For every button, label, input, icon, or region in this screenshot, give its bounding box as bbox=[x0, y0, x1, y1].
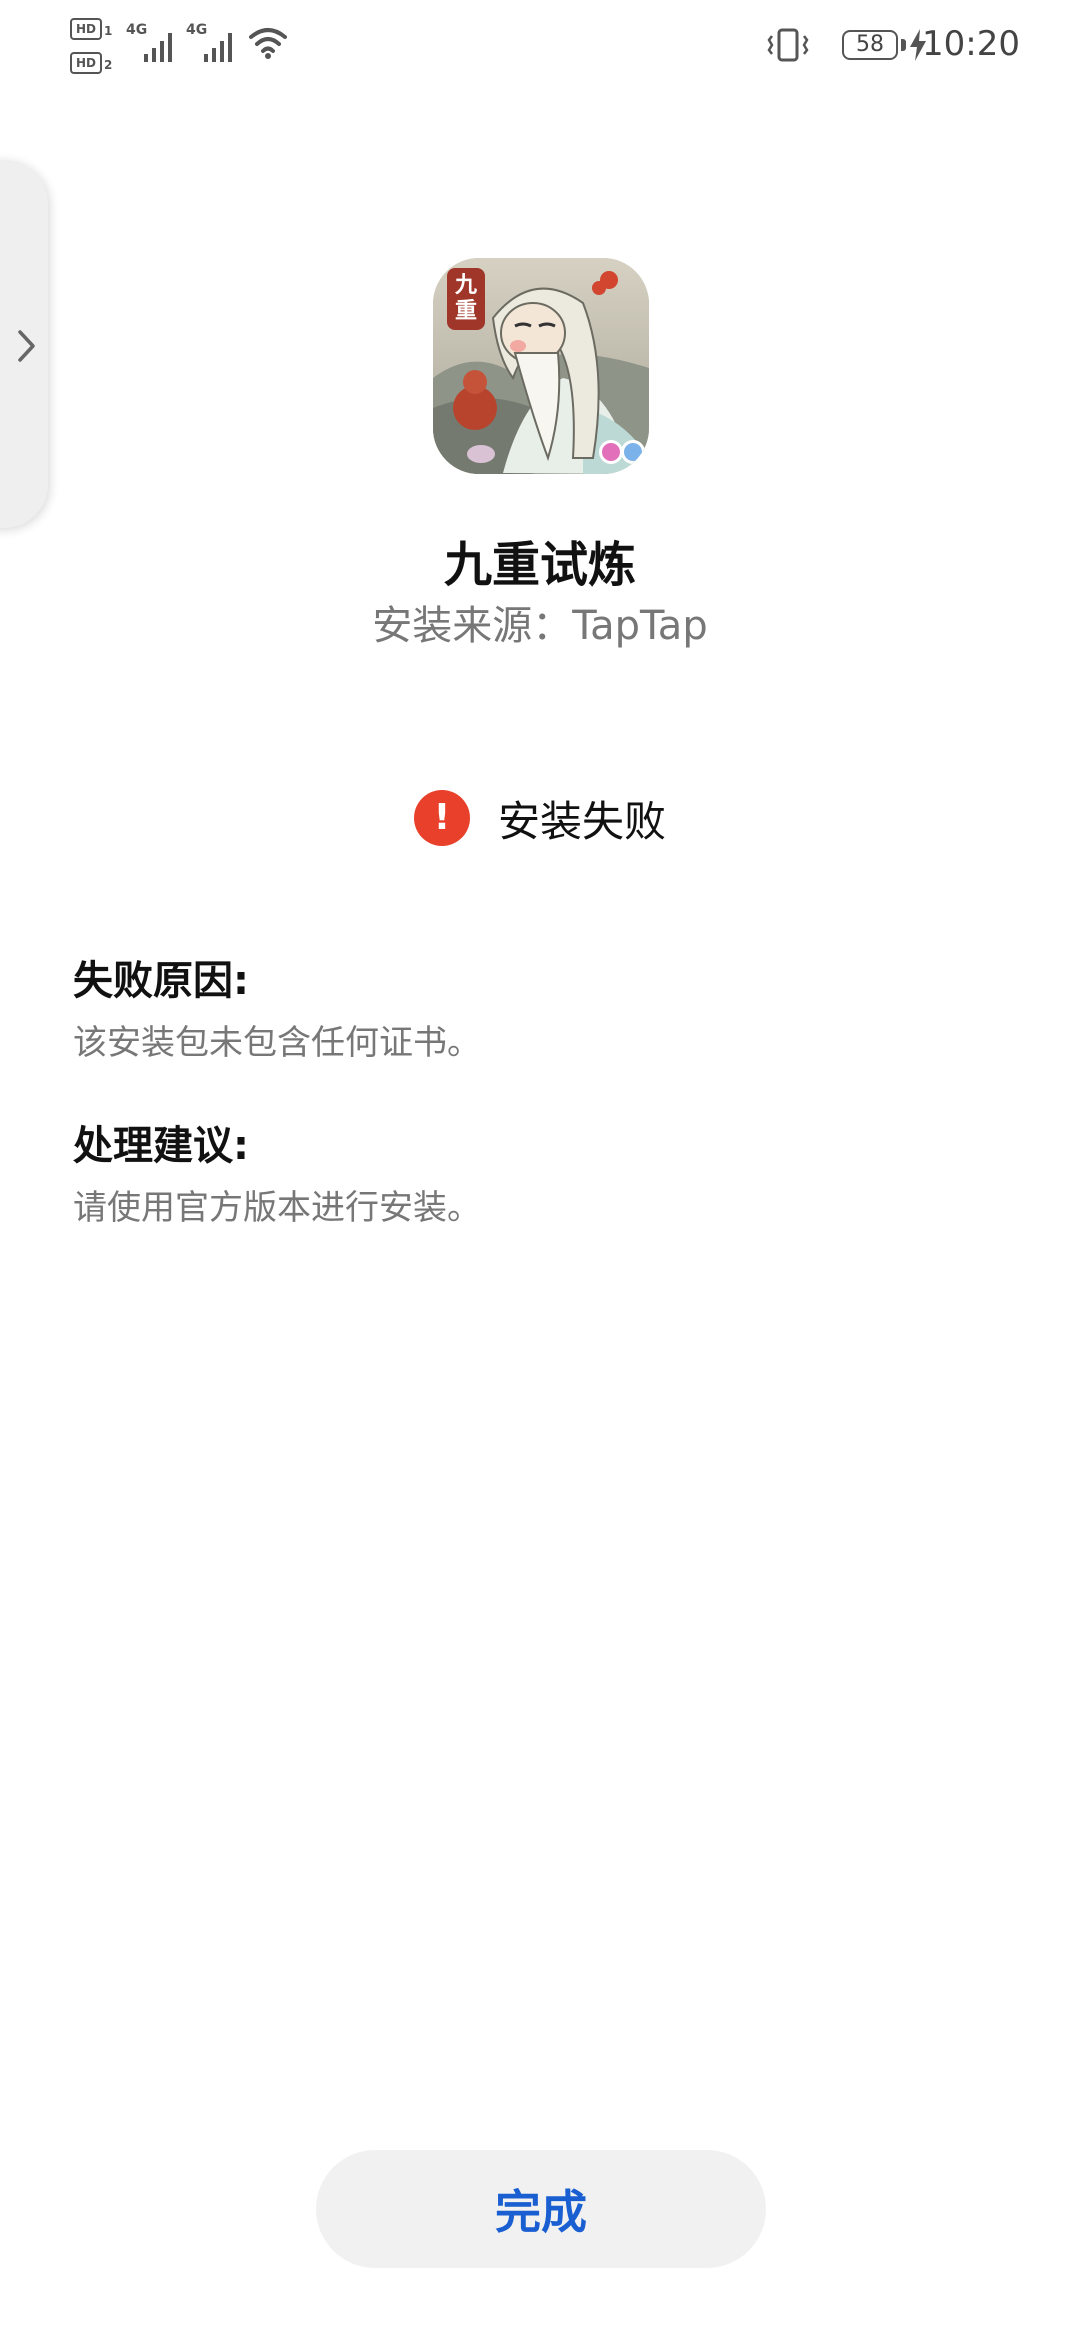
failure-reason-body: 该安装包未包含任何证书。 bbox=[73, 1023, 481, 1063]
chevron-right-icon bbox=[18, 330, 35, 362]
failure-reason-title: 失败原因: bbox=[73, 958, 249, 1004]
sim1-signal: 4G bbox=[126, 22, 176, 70]
signal-icon bbox=[204, 33, 232, 62]
done-button[interactable]: 完成 bbox=[316, 2150, 766, 2268]
seal-char-2: 重 bbox=[455, 299, 477, 324]
hd2-sub: 2 bbox=[104, 58, 113, 72]
app-icon-artwork: 九 重 bbox=[433, 258, 649, 474]
status-bar: HD 1 HD 2 4G 4G 58 10:20 bbox=[0, 0, 1080, 100]
install-status-text: 安装失败 bbox=[497, 796, 666, 846]
side-drawer-handle[interactable] bbox=[0, 160, 48, 528]
seal-char-1: 九 bbox=[454, 273, 477, 298]
app-icon: 九 重 bbox=[433, 258, 649, 474]
wifi-icon bbox=[249, 28, 287, 59]
error-icon: ! bbox=[413, 790, 470, 846]
sim2-signal: 4G bbox=[186, 22, 236, 70]
app-name: 九重试炼 bbox=[443, 537, 636, 593]
signal-icon bbox=[144, 33, 172, 62]
hd1-sub: 1 bbox=[104, 24, 113, 38]
suggestion-title: 处理建议: bbox=[73, 1123, 249, 1169]
install-status: ! 安装失败 bbox=[0, 788, 1080, 848]
install-source: 安装来源：TapTap bbox=[372, 603, 708, 649]
hd2-badge: HD bbox=[70, 52, 102, 74]
hd1-badge: HD bbox=[70, 18, 102, 40]
clock: 10:20 bbox=[922, 24, 1020, 64]
battery-indicator: 58 bbox=[842, 30, 898, 60]
install-result-screen: HD 1 HD 2 4G 4G 58 10:20 九 重 九重试炼 安装来源：T… bbox=[0, 0, 1080, 2340]
suggestion-body: 请使用官方版本进行安装。 bbox=[73, 1188, 481, 1228]
hd-indicator: HD 1 HD 2 bbox=[70, 18, 120, 78]
vibrate-icon bbox=[767, 28, 809, 62]
battery-cap bbox=[901, 39, 906, 51]
